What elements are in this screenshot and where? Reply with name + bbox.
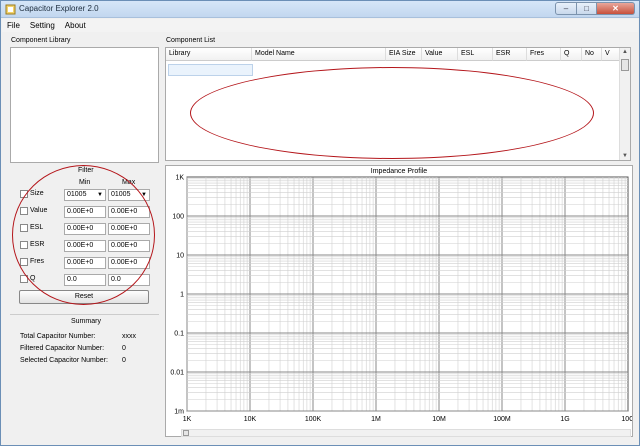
component-list-label: Component List <box>166 37 216 44</box>
y-tick-label: 10 <box>176 253 184 260</box>
chart-title: Impedance Profile <box>371 168 428 175</box>
column-header-q[interactable]: Q <box>561 48 582 61</box>
x-tick-label: 100K <box>305 416 322 423</box>
annotation-ellipse <box>190 67 594 159</box>
impedance-plot-panel: Impedance Profile 1K 10K 100K 1M 10M 100M 1G 10… <box>165 165 635 437</box>
column-header-fres[interactable]: Fres <box>527 48 561 61</box>
column-header-esr[interactable]: ESR <box>493 48 527 61</box>
x-tick-label: 100M <box>493 416 511 423</box>
table-cell-selected[interactable] <box>168 64 253 76</box>
y-tick-label: 100 <box>172 214 184 221</box>
y-tick-label: 1 <box>180 292 184 299</box>
scroll-up-icon[interactable]: ▲ <box>622 49 628 55</box>
app-window: Capacitor Explorer 2.0 – □ ✕ File Settin… <box>0 0 640 446</box>
minimize-button[interactable]: – <box>555 2 577 15</box>
summary-filtered-value: 0 <box>122 345 126 352</box>
menu-bar: File Setting About <box>2 19 638 32</box>
summary-selected-value: 0 <box>122 357 126 364</box>
y-tick-label: 0.01 <box>170 370 184 377</box>
x-tick-label: 10M <box>432 416 446 423</box>
summary-total-label: Total Capacitor Number: <box>20 333 96 340</box>
y-tick-label: 0.1 <box>174 331 184 338</box>
menu-setting[interactable]: Setting <box>25 21 60 30</box>
close-button[interactable]: ✕ <box>597 2 635 15</box>
x-tick-label: 1M <box>371 416 381 423</box>
window-title: Capacitor Explorer 2.0 <box>19 4 99 13</box>
column-header-value[interactable]: Value <box>422 48 458 61</box>
menu-about[interactable]: About <box>60 21 91 30</box>
scroll-thumb[interactable] <box>621 59 629 71</box>
title-bar: Capacitor Explorer 2.0 – □ ✕ <box>1 1 639 18</box>
summary-panel: Summary Total Capacitor Number: xxxx Fil… <box>10 314 159 436</box>
vertical-scrollbar[interactable]: ▲ ▼ <box>619 48 630 160</box>
horizontal-scrollbar[interactable] <box>181 429 631 437</box>
component-library-label: Component Library <box>11 37 71 44</box>
menu-file[interactable]: File <box>2 21 25 30</box>
x-tick-label: 1K <box>183 416 192 423</box>
y-tick-label: 1m <box>174 409 184 416</box>
impedance-chart: Impedance Profile 1K 10K 100K 1M 10M 100M 1G 10… <box>170 168 634 423</box>
column-header-esl[interactable]: ESL <box>458 48 493 61</box>
summary-selected-label: Selected Capacitor Number: <box>20 357 108 364</box>
annotation-circle <box>12 165 155 305</box>
component-library-list[interactable] <box>10 47 159 163</box>
x-tick-label: 10K <box>244 416 257 423</box>
column-header-no[interactable]: No <box>582 48 602 61</box>
column-header-v[interactable]: V <box>602 48 620 61</box>
x-tick-label: 10G <box>621 416 632 423</box>
scroll-down-icon[interactable]: ▼ <box>622 153 628 159</box>
column-header-eia-size[interactable]: EIA Size <box>386 48 422 61</box>
summary-title: Summary <box>71 318 101 325</box>
y-tick-label: 1K <box>175 175 184 182</box>
summary-filtered-label: Filtered Capacitor Number: <box>20 345 105 352</box>
maximize-button[interactable]: □ <box>577 2 597 15</box>
column-header-library[interactable]: Library <box>166 48 252 61</box>
column-header-model-name[interactable]: Model Name <box>252 48 386 61</box>
hscroll-thumb[interactable] <box>183 430 189 436</box>
summary-total-value: xxxx <box>122 333 136 340</box>
app-icon <box>5 4 16 15</box>
x-tick-label: 1G <box>560 416 569 423</box>
